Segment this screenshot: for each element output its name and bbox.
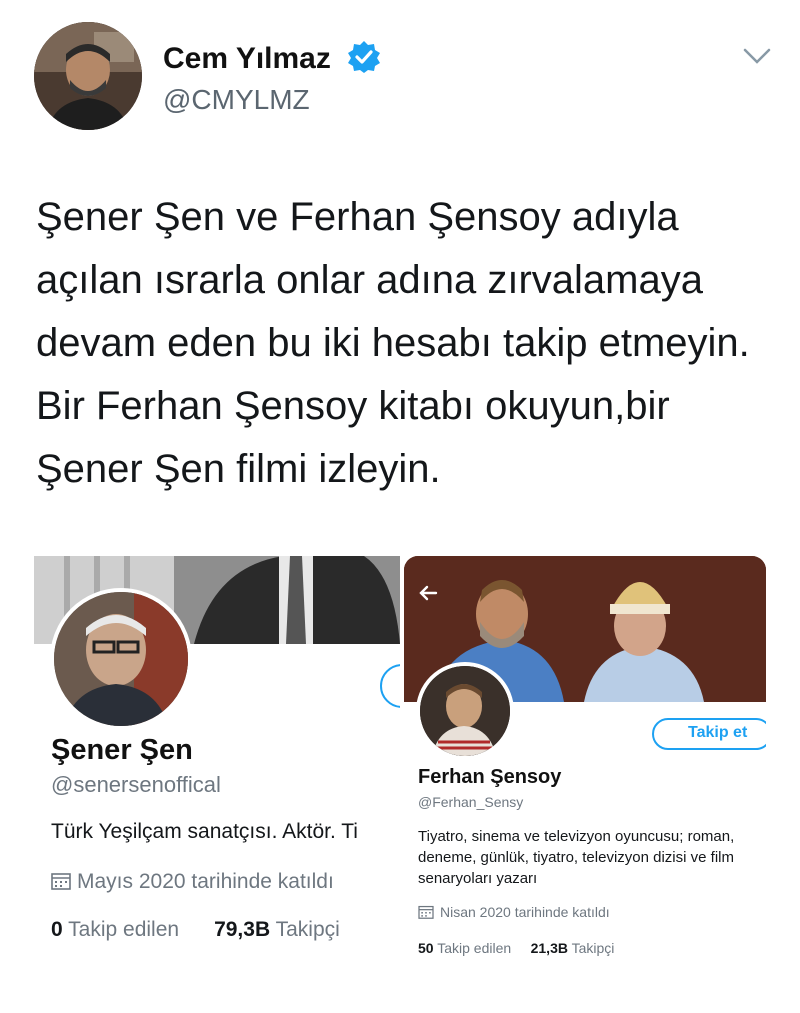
profile-avatar[interactable]	[416, 662, 514, 760]
chevron-down-icon[interactable]	[742, 46, 772, 66]
author-handle[interactable]: @CMYLMZ	[163, 84, 310, 116]
profile-stats: 0 Takip edilen 79,3B Takipçi	[51, 918, 340, 942]
follow-button[interactable]	[380, 664, 400, 708]
following-label[interactable]: Takip edilen	[437, 940, 511, 956]
profile-avatar[interactable]	[50, 588, 192, 730]
profile-name: Şener Şen	[51, 734, 193, 766]
verified-badge-icon	[347, 40, 381, 74]
following-count[interactable]: 50	[418, 940, 434, 956]
profile-bio: Türk Yeşilçam sanatçısı. Aktör. Ti	[51, 820, 358, 843]
followers-label[interactable]: Takipçi	[276, 918, 340, 941]
profile-bio: Tiyatro, sinema ve televizyon oyuncusu; …	[418, 828, 735, 887]
calendar-icon	[418, 905, 434, 922]
profile-joined: Nisan 2020 tarihinde katıldı	[418, 904, 610, 922]
joined-text: Mayıs 2020 tarihinde katıldı	[77, 870, 334, 893]
followers-label[interactable]: Takipçi	[572, 940, 615, 956]
profile-card-ferhan-sensoy: Takip et Ferhan Şensoy @Ferhan_Sensy Tiy…	[404, 556, 766, 976]
profile-joined: Mayıs 2020 tarihinde katıldı	[51, 870, 334, 896]
profile-handle: @Ferhan_Sensy	[418, 794, 524, 810]
followers-count[interactable]: 21,3B	[531, 940, 568, 956]
followers-count[interactable]: 79,3B	[214, 918, 270, 941]
profile-handle: @senersenoffical	[51, 772, 221, 797]
following-label[interactable]: Takip edilen	[68, 918, 179, 941]
following-count[interactable]: 0	[51, 918, 63, 941]
joined-text: Nisan 2020 tarihinde katıldı	[440, 904, 610, 920]
calendar-icon	[51, 872, 71, 896]
tweet-text: Şener Şen ve Ferhan Şensoy adıyla açılan…	[36, 195, 750, 491]
profile-stats: 50 Takip edilen 21,3B Takipçi	[418, 940, 614, 956]
profile-card-sener-sen: Şener Şen @senersenoffical Türk Yeşilçam…	[34, 556, 400, 976]
follow-button-label[interactable]: Takip et	[688, 724, 747, 742]
author-name[interactable]: Cem Yılmaz	[163, 42, 331, 76]
back-arrow-icon[interactable]	[418, 580, 438, 608]
author-avatar[interactable]	[34, 22, 142, 130]
profile-name: Ferhan Şensoy	[418, 766, 562, 788]
